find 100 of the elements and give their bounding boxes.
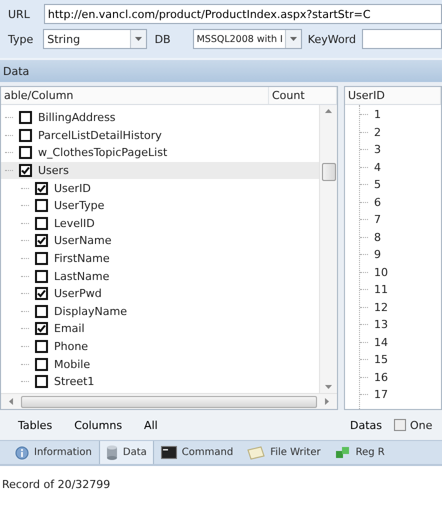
tree-item-label: ParcelListDetailHistory	[38, 128, 162, 142]
checkbox[interactable]	[35, 340, 48, 354]
db-label: DB	[154, 32, 171, 46]
value-item[interactable]: 3	[374, 143, 381, 156]
value-item[interactable]: 4	[374, 160, 381, 174]
registry-icon	[334, 444, 351, 460]
tree-row[interactable]: LevelID	[1, 214, 319, 232]
tree-item-label: BillingAddress	[38, 111, 116, 124]
scroll-thumb[interactable]	[322, 163, 336, 181]
tree-row[interactable]: LastName	[1, 267, 319, 285]
value-item[interactable]: 16	[374, 370, 388, 384]
checkbox-label: One	[410, 418, 432, 432]
tree-row[interactable]: UserName	[1, 232, 319, 250]
tab[interactable]: Information	[8, 441, 99, 464]
url-field[interactable]: http://en.vancl.com/product/ProductIndex.aspx?startStr=C	[44, 4, 442, 24]
info-icon	[15, 446, 29, 460]
column-header[interactable]: Count	[269, 87, 337, 104]
value-item[interactable]: 17	[374, 388, 388, 402]
tree-row[interactable]: BillingAddress	[1, 109, 319, 127]
database-icon	[106, 445, 118, 460]
type-dropdown[interactable]: String	[43, 29, 147, 49]
section-title: Data	[3, 64, 30, 78]
checkbox[interactable]	[19, 111, 32, 124]
tab[interactable]: Reg R	[328, 441, 392, 464]
checkbox[interactable]	[19, 164, 32, 178]
value-item[interactable]: 13	[374, 318, 388, 332]
tree-row[interactable]: Email	[1, 320, 319, 338]
value-item[interactable]: 9	[374, 248, 381, 262]
checkbox[interactable]	[35, 216, 48, 230]
tree-item-label: UserID	[54, 182, 91, 195]
datas-button[interactable]: Datas	[344, 416, 388, 434]
tree-item-label: Email	[54, 322, 85, 336]
tab[interactable]: Data	[98, 441, 154, 464]
checkbox[interactable]	[35, 322, 48, 336]
filter-button[interactable]: Columns	[68, 416, 128, 434]
tree-item-label: w_ClothesTopicPageList	[38, 146, 168, 160]
value-item[interactable]: 12	[374, 300, 388, 314]
tree-row[interactable]: Users	[1, 162, 319, 180]
checkbox[interactable]	[35, 252, 48, 266]
horizontal-scrollbar[interactable]	[1, 393, 337, 409]
tree-row[interactable]: Street1	[1, 372, 319, 390]
value-item[interactable]: 8	[374, 230, 381, 244]
keyword-field[interactable]	[362, 29, 442, 49]
value-item[interactable]: 2	[374, 126, 381, 139]
tree-row[interactable]: DisplayName	[1, 302, 319, 320]
tab[interactable]: File Writer	[240, 441, 328, 464]
checkbox[interactable]	[35, 287, 48, 300]
scroll-down-icon[interactable]	[325, 385, 332, 389]
scroll-up-icon[interactable]	[325, 109, 332, 113]
status-text: Record of 20/32799	[2, 478, 110, 491]
tree-item-label: Street1	[54, 375, 94, 388]
value-item[interactable]: 6	[374, 196, 381, 209]
note-icon	[247, 446, 266, 460]
scroll-thumb[interactable]	[21, 396, 317, 408]
tree-item-label: Mobile	[54, 358, 90, 371]
vertical-scrollbar[interactable]	[319, 105, 337, 393]
tree-row[interactable]: FirstName	[1, 250, 319, 268]
value-item[interactable]: 1	[374, 108, 381, 122]
checkbox[interactable]	[35, 304, 48, 318]
checkbox[interactable]	[35, 199, 48, 212]
tree-row[interactable]: Phone	[1, 338, 319, 356]
tree-item-label: Users	[38, 164, 69, 178]
tree-item-label: UserPwd	[54, 287, 102, 300]
scroll-left-icon[interactable]	[9, 398, 13, 405]
filter-button[interactable]: All	[138, 416, 164, 434]
tree-item-label: UserName	[54, 234, 112, 248]
checkbox[interactable]	[35, 182, 48, 195]
checkbox[interactable]	[35, 270, 48, 283]
console-icon	[160, 446, 177, 459]
tree-item-label: LastName	[54, 270, 110, 283]
checkbox[interactable]	[19, 146, 32, 160]
checkbox[interactable]	[35, 358, 48, 371]
value-item[interactable]: 5	[374, 178, 381, 192]
keyword-label: KeyWord	[308, 32, 356, 46]
value-item[interactable]: 7	[374, 213, 381, 226]
db-dropdown[interactable]: MSSQL2008 with I	[192, 29, 302, 49]
tree-row[interactable]: Mobile	[1, 355, 319, 373]
tree-item-label: DisplayName	[54, 304, 127, 318]
value-item[interactable]: 14	[374, 336, 388, 349]
filter-button[interactable]: Tables	[12, 416, 58, 434]
value-item[interactable]: 10	[374, 266, 388, 279]
tab[interactable]: Command	[154, 441, 240, 464]
tree-row[interactable]: UserPwd	[1, 284, 319, 303]
tree-row[interactable]: w_ClothesTopicPageList	[1, 144, 319, 162]
url-label: URL	[8, 8, 31, 20]
tree-row[interactable]: UserID	[1, 179, 319, 197]
tree-item-label: UserType	[54, 199, 104, 212]
value-item[interactable]: 11	[374, 283, 388, 296]
tree-item-label: FirstName	[54, 252, 110, 266]
tree-row[interactable]: UserType	[1, 196, 319, 215]
column-header[interactable]: UserID	[345, 87, 441, 104]
type-label: Type	[8, 32, 34, 46]
value-item[interactable]: 15	[374, 353, 388, 366]
checkbox[interactable]	[35, 234, 48, 248]
scroll-right-icon[interactable]	[325, 398, 329, 405]
tree-row[interactable]: ParcelListDetailHistory	[1, 126, 319, 144]
checkbox[interactable]	[19, 128, 32, 142]
column-header[interactable]: able/Column	[1, 87, 269, 104]
checkbox[interactable]	[394, 419, 406, 431]
checkbox[interactable]	[35, 375, 48, 388]
